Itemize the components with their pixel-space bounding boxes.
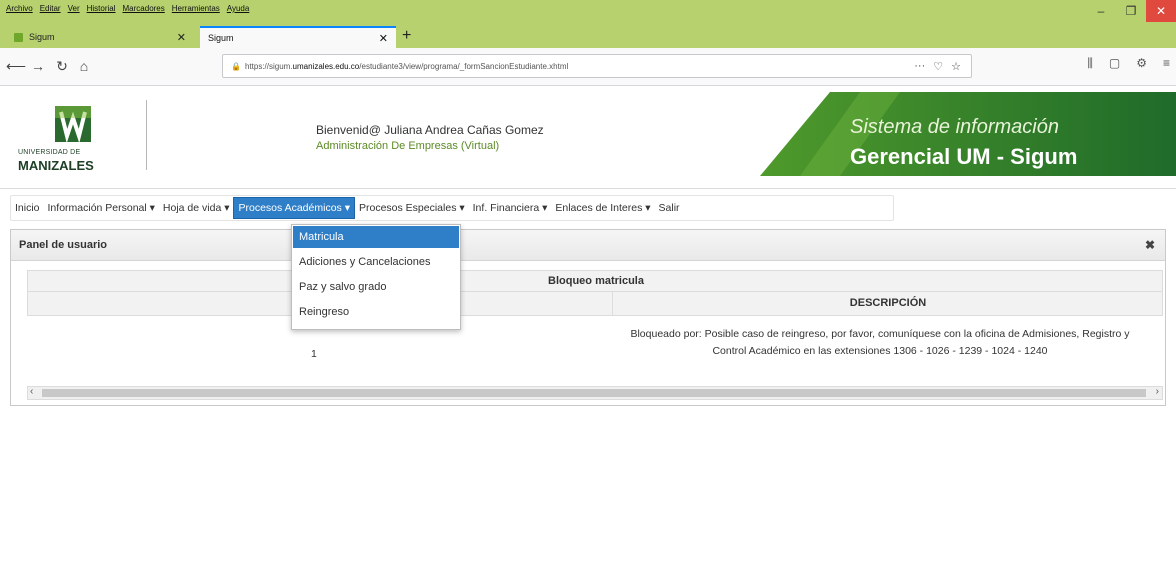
menu-informacion-personal[interactable]: Información Personal ▾ <box>44 198 159 218</box>
panel-title: Panel de usuario <box>19 239 108 251</box>
browser-tab-1[interactable]: Sigum ✕ <box>6 26 194 48</box>
banner-title: Sistema de información <box>850 116 1059 138</box>
tab-title: Sigum <box>208 33 234 43</box>
navigation-bar: ⟵ → ↻ ⌂ 🔒 https://sigum. umanizales.edu.c… <box>0 48 1176 86</box>
horizontal-scrollbar[interactable]: ‹ › <box>27 386 1163 400</box>
sidebar-icon[interactable]: ▢ <box>1109 56 1120 71</box>
menu-procesos-especiales[interactable]: Procesos Especiales ▾ <box>355 198 469 218</box>
menu-ver[interactable]: Ver <box>68 4 80 18</box>
scroll-right-icon[interactable]: › <box>1156 386 1159 397</box>
forward-icon[interactable]: → <box>28 56 48 76</box>
bookmark-star-icon[interactable]: ☆ <box>951 60 961 73</box>
url-bar[interactable]: 🔒 https://sigum. umanizales.edu.co/estudi… <box>222 54 972 78</box>
new-tab-icon[interactable]: + <box>402 26 411 48</box>
minimize-icon[interactable]: – <box>1086 0 1116 22</box>
program-text: Administración De Empresas (Virtual) <box>316 140 500 152</box>
scroll-left-icon[interactable]: ‹ <box>30 386 33 397</box>
toolbar-icons: ⫼ ▢ ⚙ ≡ <box>1087 56 1170 71</box>
url-host: umanizales.edu.co <box>292 61 360 71</box>
banner-subtitle: Gerencial UM - Sigum <box>850 144 1078 169</box>
home-icon[interactable]: ⌂ <box>74 56 94 76</box>
panel-close-icon[interactable]: ✖ <box>1145 238 1155 252</box>
back-icon[interactable]: ⟵ <box>6 56 26 76</box>
favicon-icon <box>14 32 23 42</box>
logo-text-line2: MANIZALES <box>18 158 94 173</box>
dropdown-item-paz-y-salvo[interactable]: Paz y salvo grado <box>293 276 459 298</box>
close-tab-icon[interactable]: ✕ <box>379 32 388 45</box>
table-cell-description: Bloqueado por: Posible caso de reingreso… <box>630 328 1130 357</box>
user-panel: Panel de usuario ✖ Bloqueo matricula DES… <box>10 229 1166 406</box>
url-prefix: https://sigum. <box>244 61 293 71</box>
menu-historial[interactable]: Historial <box>87 4 116 18</box>
scrollbar-thumb[interactable] <box>42 389 1146 397</box>
maximize-icon[interactable]: ❐ <box>1116 0 1146 22</box>
pocket-icon[interactable]: ♡ <box>933 60 943 73</box>
tab-title: Sigum <box>29 32 55 42</box>
dropdown-item-reingreso[interactable]: Reingreso <box>293 301 459 323</box>
menu-herramientas[interactable]: Herramientas <box>172 4 220 18</box>
university-logo[interactable]: UNIVERSIDAD DE MANIZALES <box>18 104 128 174</box>
menu-hoja-de-vida[interactable]: Hoja de vida ▾ <box>159 198 234 218</box>
table-caption-row: Bloqueo matricula <box>27 270 1163 292</box>
window-controls: – ❐ ✕ <box>1086 0 1176 22</box>
menu-archivo[interactable]: Archivo <box>6 4 33 18</box>
menu-marcadores[interactable]: Marcadores <box>123 4 165 18</box>
column-header-descripcion[interactable]: DESCRIPCIÓN <box>612 297 1164 309</box>
library-icon[interactable]: ⫼ <box>1087 56 1093 71</box>
procesos-academicos-dropdown: Matricula Adiciones y Cancelaciones Paz … <box>291 224 461 330</box>
table-caption: Bloqueo matricula <box>548 275 644 287</box>
menu-inf-financiera[interactable]: Inf. Financiera ▾ <box>469 198 552 218</box>
header-rule <box>0 188 1176 189</box>
more-icon[interactable]: ··· <box>914 60 925 73</box>
hamburger-menu-icon[interactable]: ≡ <box>1163 56 1170 71</box>
menu-editar[interactable]: Editar <box>40 4 61 18</box>
browser-tab-2-active[interactable]: Sigum ✕ <box>200 26 396 48</box>
menu-ayuda[interactable]: Ayuda <box>227 4 250 18</box>
dropdown-item-adiciones[interactable]: Adiciones y Cancelaciones <box>293 251 459 273</box>
logo-text-line1: UNIVERSIDAD DE <box>18 149 81 156</box>
menu-inicio[interactable]: Inicio <box>11 198 44 218</box>
header-divider <box>146 100 147 170</box>
close-tab-icon[interactable]: ✕ <box>177 31 186 44</box>
url-actions: ··· ♡ ☆ <box>914 60 971 73</box>
extension-icon[interactable]: ⚙ <box>1136 56 1147 71</box>
dropdown-item-matricula[interactable]: Matricula <box>293 226 459 248</box>
logo-mark-icon <box>55 106 91 144</box>
url-path: /estudiante3/view/programa/_formSancionE… <box>359 61 569 71</box>
browser-menubar: Archivo Editar Ver Historial Marcadores … <box>6 4 249 18</box>
menu-procesos-academicos[interactable]: Procesos Académicos ▾ <box>233 197 355 219</box>
welcome-text: Bienvenid@ Juliana Andrea Cañas Gomez <box>316 123 544 137</box>
panel-header: Panel de usuario ✖ <box>11 230 1165 261</box>
table-header-row: DESCRIPCIÓN <box>27 292 1163 316</box>
menu-salir[interactable]: Salir <box>655 198 684 218</box>
close-window-icon[interactable]: ✕ <box>1146 0 1176 22</box>
menu-enlaces-de-interes[interactable]: Enlaces de Interes ▾ <box>551 198 654 218</box>
main-menu: Inicio Información Personal ▾ Hoja de vi… <box>10 195 894 221</box>
table-cell-number: 1 <box>311 348 317 360</box>
lock-icon: 🔒 <box>231 61 241 71</box>
reload-icon[interactable]: ↻ <box>52 56 72 76</box>
